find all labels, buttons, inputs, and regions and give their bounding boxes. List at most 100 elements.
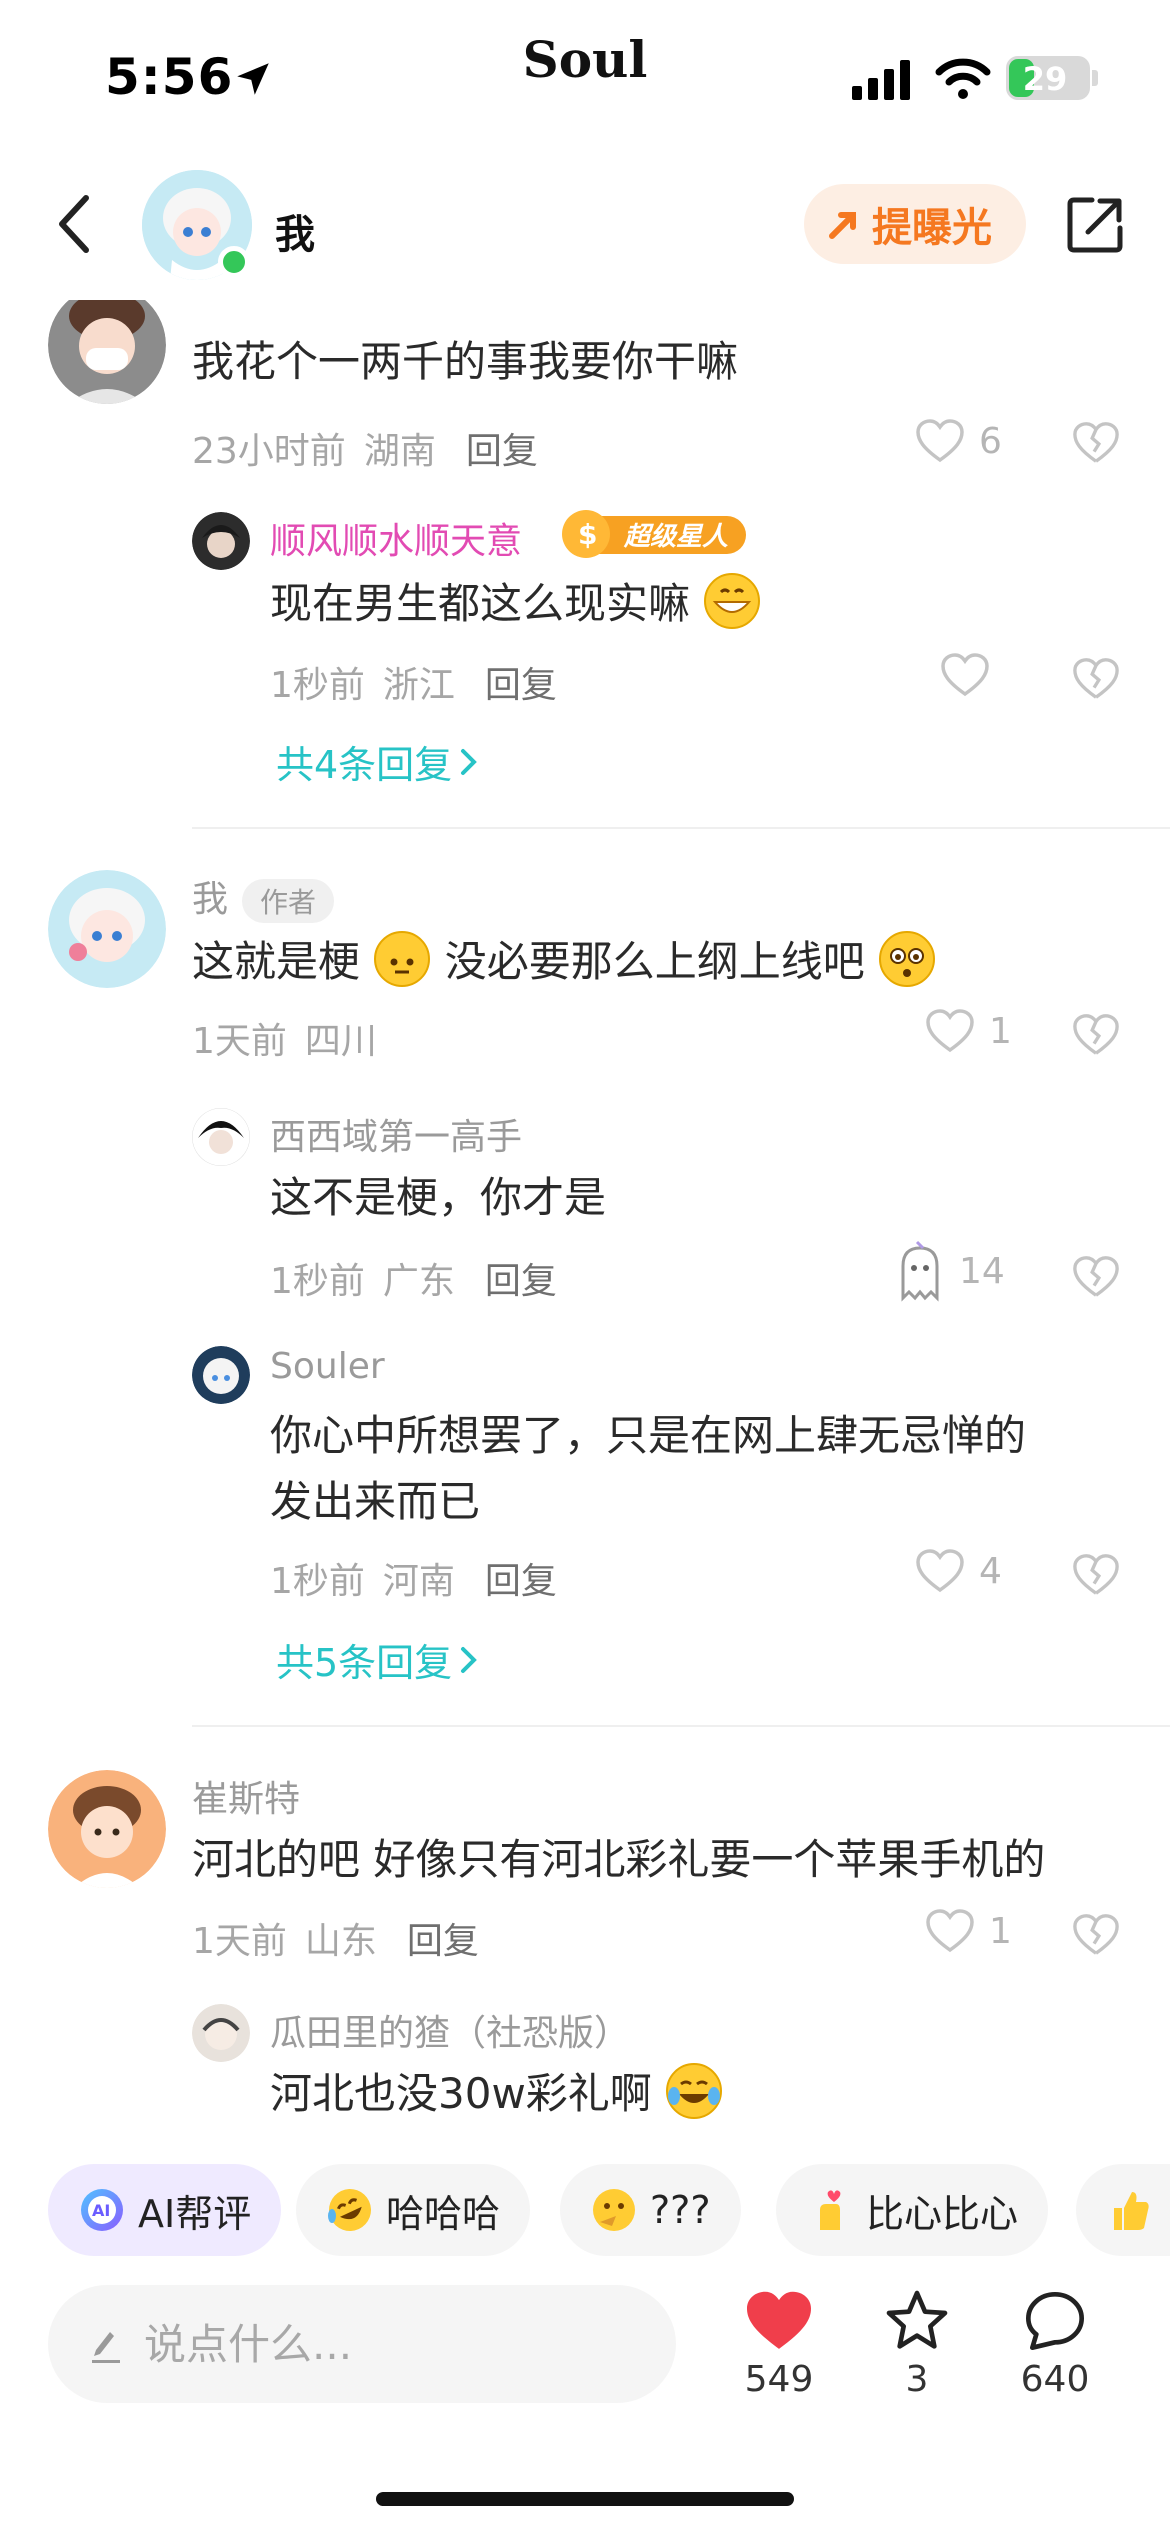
- expand-replies-link[interactable]: 共4条回复: [276, 734, 480, 789]
- status-bar: 5:56 Soul 29: [0, 0, 1170, 150]
- like-post-button[interactable]: 549: [724, 2289, 834, 2400]
- comment-count-button[interactable]: 640: [1000, 2289, 1110, 2400]
- reply-time: 1秒前: [270, 665, 365, 706]
- reply-region: 河南: [382, 1561, 455, 1602]
- broken-heart-icon[interactable]: [1072, 1552, 1120, 1598]
- online-status-dot: [218, 246, 250, 278]
- author-tag: 作者: [242, 879, 335, 923]
- divider: [192, 827, 1170, 829]
- battery-tip: [1092, 70, 1098, 86]
- broken-heart-icon[interactable]: [1072, 1254, 1120, 1300]
- commenter-avatar[interactable]: [48, 870, 166, 988]
- quick-reaction-bar[interactable]: AI AI帮评 哈哈哈 ??? 比心比心: [0, 2160, 1170, 2260]
- ghost-icon: [901, 1240, 939, 1302]
- comment-input-wrapper[interactable]: [48, 2285, 676, 2403]
- commenter-username[interactable]: 我作者: [192, 870, 335, 923]
- reply-avatar[interactable]: [192, 2004, 250, 2062]
- comment-text: 我花个一两千的事我要你干嘛: [192, 337, 739, 386]
- comment-text-part: 这就是梗: [192, 937, 361, 986]
- comment-meta: 1天前 四川: [192, 1012, 377, 1064]
- author-name: 我: [275, 212, 315, 258]
- broken-heart-icon[interactable]: [1072, 420, 1120, 466]
- reply-region: 广东: [382, 1261, 455, 1302]
- like-button[interactable]: 6: [915, 418, 1002, 464]
- like-count: 1: [989, 1910, 1012, 1952]
- like-button[interactable]: 4: [915, 1548, 1002, 1594]
- reaction-chip[interactable]: 比心比心: [776, 2164, 1049, 2256]
- reply-button[interactable]: 回复: [485, 656, 557, 708]
- heart-filled-icon: [747, 2291, 811, 2349]
- reply-avatar[interactable]: [192, 1346, 250, 1404]
- reaction-chip[interactable]: [1076, 2164, 1170, 2256]
- flushed-face-emoji-icon: [879, 931, 936, 987]
- comment-text: 河北的吧 好像只有河北彩礼要一个苹果手机的: [192, 1835, 1046, 1884]
- expose-button[interactable]: 提曝光: [804, 184, 1026, 264]
- reply-username[interactable]: Souler: [270, 1346, 385, 1387]
- home-indicator[interactable]: [376, 2492, 794, 2506]
- star-outline-icon: [886, 2290, 948, 2349]
- tears-of-joy-emoji-icon: [666, 2063, 723, 2119]
- like-button[interactable]: [940, 652, 990, 698]
- heart-outline-icon: [941, 653, 989, 697]
- reply-button[interactable]: 回复: [485, 1252, 557, 1304]
- chip-label: 比心比心: [866, 2191, 1019, 2236]
- comment-time: 1天前: [192, 1021, 287, 1062]
- back-arrow-icon[interactable]: [50, 192, 100, 256]
- battery-level: 29: [1022, 60, 1068, 98]
- commenter-username[interactable]: 崔斯特: [192, 1770, 300, 1822]
- pencil-icon: [92, 2332, 120, 2363]
- ai-comment-chip[interactable]: AI AI帮评: [48, 2164, 282, 2256]
- reply-avatar[interactable]: [192, 1108, 250, 1166]
- like-count: 14: [959, 1250, 1005, 1292]
- favorite-count: 3: [905, 2359, 929, 2400]
- reaction-chip[interactable]: 哈哈哈: [296, 2164, 531, 2256]
- comment-text: 这就是梗 没必要那么上纲上线吧: [192, 930, 936, 994]
- commenter-name: 我: [192, 879, 229, 920]
- comment-input[interactable]: [144, 2319, 624, 2369]
- heart-outline-icon: [916, 1549, 964, 1593]
- finger-heart-icon: [820, 2190, 841, 2230]
- reply-text-line2: 发出来而已: [270, 1477, 481, 1526]
- comment-time: 23小时前: [192, 431, 346, 472]
- commenter-avatar[interactable]: [48, 300, 166, 404]
- expand-replies-label: 共4条回复: [276, 743, 453, 787]
- reply-avatar[interactable]: [192, 512, 250, 570]
- reply-meta: 1秒前 浙江 回复: [270, 656, 557, 708]
- reply-username[interactable]: 顺风顺水顺天意: [270, 512, 522, 564]
- share-icon[interactable]: [1064, 194, 1126, 256]
- reply-text-line1: 你心中所想罢了，只是在网上肆无忌惮的: [270, 1411, 1027, 1460]
- nav-bar: 我 提曝光: [0, 150, 1170, 300]
- reply-username[interactable]: 西西域第一高手: [270, 1108, 522, 1160]
- reply-button[interactable]: 回复: [485, 1552, 557, 1604]
- favorite-button[interactable]: 3: [862, 2289, 972, 2400]
- like-button[interactable]: 1: [925, 1908, 1012, 1954]
- comment-count: 640: [1020, 2359, 1090, 2400]
- reaction-chip[interactable]: ???: [560, 2164, 741, 2256]
- commenter-avatar[interactable]: [48, 1770, 166, 1888]
- broken-heart-icon[interactable]: [1072, 1912, 1120, 1958]
- reply-button[interactable]: 回复: [466, 422, 538, 474]
- reply-username[interactable]: 瓜田里的猹（社恐版）: [270, 2004, 630, 2056]
- reply-meta: 1秒前 河南 回复: [270, 1552, 557, 1604]
- broken-heart-icon[interactable]: [1072, 1012, 1120, 1058]
- super-star-badge-icon: $ 超级星人: [562, 510, 746, 558]
- like-button[interactable]: 1: [925, 1008, 1012, 1054]
- reply-region: 浙江: [382, 665, 455, 706]
- broken-heart-icon[interactable]: [1072, 656, 1120, 702]
- comment-time: 1天前: [192, 1921, 287, 1962]
- comment-region: 山东: [304, 1921, 377, 1962]
- divider: [192, 1725, 1170, 1727]
- wifi-icon: [935, 58, 991, 99]
- comment-list[interactable]: 我花个一两千的事我要你干嘛 23小时前 湖南 回复 6 顺风顺水顺天意 $ 超级星…: [0, 300, 1170, 2145]
- reply-button[interactable]: 回复: [407, 1912, 479, 1964]
- expose-label: 提曝光: [872, 205, 992, 251]
- expand-replies-link[interactable]: 共5条回复: [276, 1632, 480, 1687]
- chip-label: AI帮评: [138, 2191, 252, 2236]
- comment-region: 四川: [304, 1021, 377, 1062]
- upside-down-face-emoji-icon: [374, 931, 431, 987]
- like-button[interactable]: 14: [895, 1240, 1005, 1302]
- chevron-right-icon: [461, 1646, 478, 1673]
- comment-input-bar: 549 3 640: [0, 2275, 1170, 2425]
- post-like-count: 549: [744, 2359, 814, 2400]
- heart-outline-icon: [916, 419, 964, 463]
